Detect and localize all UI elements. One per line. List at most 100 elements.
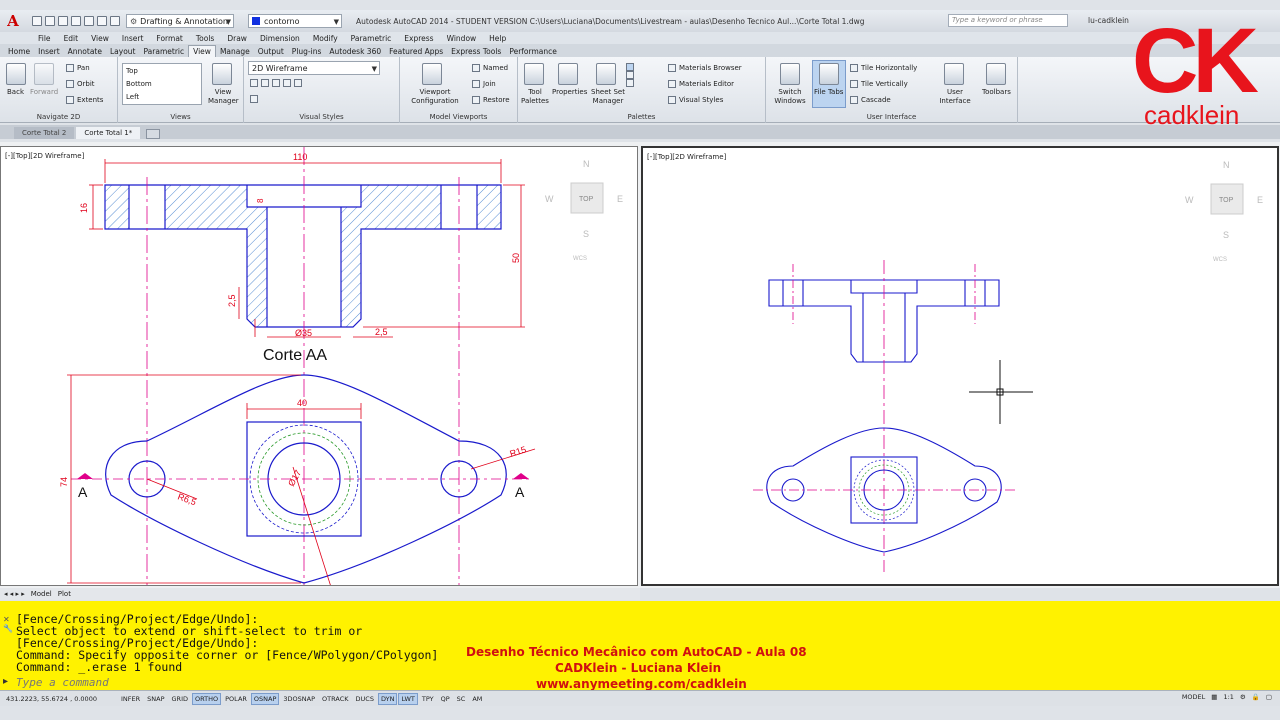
tab-model[interactable]: Model: [31, 590, 52, 598]
tab-plugins[interactable]: Plug-ins: [288, 46, 326, 57]
quickcalc-icon[interactable]: [626, 71, 634, 79]
orbit-button[interactable]: Orbit: [66, 80, 95, 88]
viewcube-right[interactable]: N W E S TOP WCS: [1185, 160, 1263, 263]
menu-modify[interactable]: Modify: [313, 34, 338, 43]
command-input[interactable]: Type a command: [16, 676, 109, 689]
viewcube-west[interactable]: W: [545, 194, 554, 204]
file-tab-corte-total-1[interactable]: Corte Total 1*: [76, 127, 141, 139]
design-center-icon[interactable]: [626, 63, 634, 71]
shadow-icon[interactable]: [283, 79, 291, 87]
viewport-left[interactable]: 110 16 8 50 2,5 Ø35 2,5 Corte AA 40 74 R…: [0, 146, 638, 586]
viewcube-north[interactable]: N: [1223, 160, 1230, 170]
viewport-right[interactable]: N W E S TOP WCS [-][Top][2D Wireframe]: [641, 146, 1279, 586]
viewcube-west[interactable]: W: [1185, 195, 1194, 205]
cascade-button[interactable]: Cascade: [850, 96, 891, 104]
named-button[interactable]: Named: [472, 64, 508, 72]
status-model[interactable]: MODEL: [1182, 693, 1205, 701]
viewcube-south[interactable]: S: [583, 229, 589, 239]
tab-home[interactable]: Home: [4, 46, 34, 57]
view-top[interactable]: Top: [126, 67, 138, 75]
drawing-canvas-right[interactable]: N W E S TOP WCS: [643, 148, 1277, 584]
lighting-icon[interactable]: [250, 79, 258, 87]
status-ducs[interactable]: DUCS: [353, 693, 377, 705]
menu-window[interactable]: Window: [447, 34, 477, 43]
lock-icon[interactable]: 🔒: [1252, 693, 1260, 701]
view-bottom[interactable]: Bottom: [126, 80, 152, 88]
user-signin[interactable]: lu-cadklein: [1088, 16, 1129, 25]
sheet-set-icon[interactable]: [596, 63, 616, 85]
tile-horizontally-button[interactable]: Tile Horizontally: [850, 64, 917, 72]
status-infer[interactable]: INFER: [118, 693, 143, 705]
grid-icon[interactable]: ▦: [1211, 693, 1217, 701]
tab-manage[interactable]: Manage: [216, 46, 254, 57]
user-interface-icon[interactable]: [944, 63, 964, 85]
application-menu-button[interactable]: A: [0, 10, 26, 32]
tab-autodesk360[interactable]: Autodesk 360: [325, 46, 385, 57]
tile-vertically-button[interactable]: Tile Vertically: [850, 80, 908, 88]
materials-editor-button[interactable]: Materials Editor: [668, 80, 734, 88]
wcs-menu[interactable]: WCS: [1213, 257, 1227, 263]
annotation-scale[interactable]: 1:1: [1223, 693, 1233, 701]
pan-button[interactable]: Pan: [66, 64, 90, 72]
extents-button[interactable]: Extents: [66, 96, 103, 104]
tab-layout[interactable]: Layout: [106, 46, 140, 57]
workspace-gear-icon[interactable]: ⚙: [1240, 693, 1246, 701]
plot-icon[interactable]: [84, 16, 94, 26]
open-icon[interactable]: [45, 16, 55, 26]
new-icon[interactable]: [32, 16, 42, 26]
tab-express-tools[interactable]: Express Tools: [447, 46, 505, 57]
join-button[interactable]: Join: [472, 80, 496, 88]
view-left[interactable]: Left: [126, 93, 139, 101]
viewport-config-icon[interactable]: [422, 63, 442, 85]
status-ortho[interactable]: ORTHO: [192, 692, 222, 705]
fullscreen-icon[interactable]: ▢: [1266, 693, 1272, 701]
tab-performance[interactable]: Performance: [505, 46, 561, 57]
menu-file[interactable]: File: [38, 34, 51, 43]
status-3dosnap[interactable]: 3DOSNAP: [280, 693, 318, 705]
tab-insert[interactable]: Insert: [34, 46, 64, 57]
tab-plot[interactable]: Plot: [58, 590, 71, 598]
tab-parametric[interactable]: Parametric: [140, 46, 189, 57]
menu-format[interactable]: Format: [156, 34, 182, 43]
menu-view[interactable]: View: [91, 34, 109, 43]
xray-icon[interactable]: [250, 95, 258, 103]
materials-browser-button[interactable]: Materials Browser: [668, 64, 742, 72]
material-icon[interactable]: [272, 79, 280, 87]
tool-palettes-icon[interactable]: [524, 63, 544, 85]
tab-featured-apps[interactable]: Featured Apps: [385, 46, 447, 57]
sun-icon[interactable]: [261, 79, 269, 87]
viewcube-north[interactable]: N: [583, 159, 590, 169]
status-qp[interactable]: QP: [438, 693, 453, 705]
status-dyn[interactable]: DYN: [377, 692, 398, 705]
viewcube-east[interactable]: E: [617, 194, 623, 204]
saveas-icon[interactable]: [71, 16, 81, 26]
restore-button[interactable]: Restore: [472, 96, 510, 104]
menu-draw[interactable]: Draw: [227, 34, 247, 43]
status-snap[interactable]: SNAP: [144, 693, 167, 705]
tab-output[interactable]: Output: [254, 46, 288, 57]
menu-tools[interactable]: Tools: [196, 34, 214, 43]
status-sc[interactable]: SC: [454, 693, 469, 705]
workspace-dropdown[interactable]: ⚙ Drafting & Annotation ▼: [126, 14, 234, 28]
layer-dropdown[interactable]: contorno ▼: [248, 14, 342, 28]
views-list[interactable]: Top Bottom Left: [122, 63, 202, 105]
viewcube-south[interactable]: S: [1223, 230, 1229, 240]
wcs-menu[interactable]: WCS: [573, 256, 587, 262]
viewport-controls-right[interactable]: [-][Top][2D Wireframe]: [647, 153, 726, 161]
viewcube-east[interactable]: E: [1257, 195, 1263, 205]
menu-insert[interactable]: Insert: [122, 34, 144, 43]
switch-windows-icon[interactable]: [780, 63, 800, 85]
properties-icon[interactable]: [558, 63, 578, 85]
viewcube-left[interactable]: N W E S TOP WCS: [545, 159, 623, 262]
undo-icon[interactable]: [97, 16, 107, 26]
markup-icon[interactable]: [626, 79, 634, 87]
visual-style-dropdown[interactable]: 2D Wireframe ▼: [248, 61, 380, 75]
menu-dimension[interactable]: Dimension: [260, 34, 300, 43]
view-manager-icon[interactable]: [212, 63, 232, 85]
status-am[interactable]: AM: [469, 693, 485, 705]
status-tpy[interactable]: TPY: [419, 693, 437, 705]
redo-icon[interactable]: [110, 16, 120, 26]
menu-help[interactable]: Help: [489, 34, 506, 43]
command-grip-icon[interactable]: ✕ 🔧: [3, 615, 13, 639]
toolbars-icon[interactable]: [986, 63, 1006, 85]
